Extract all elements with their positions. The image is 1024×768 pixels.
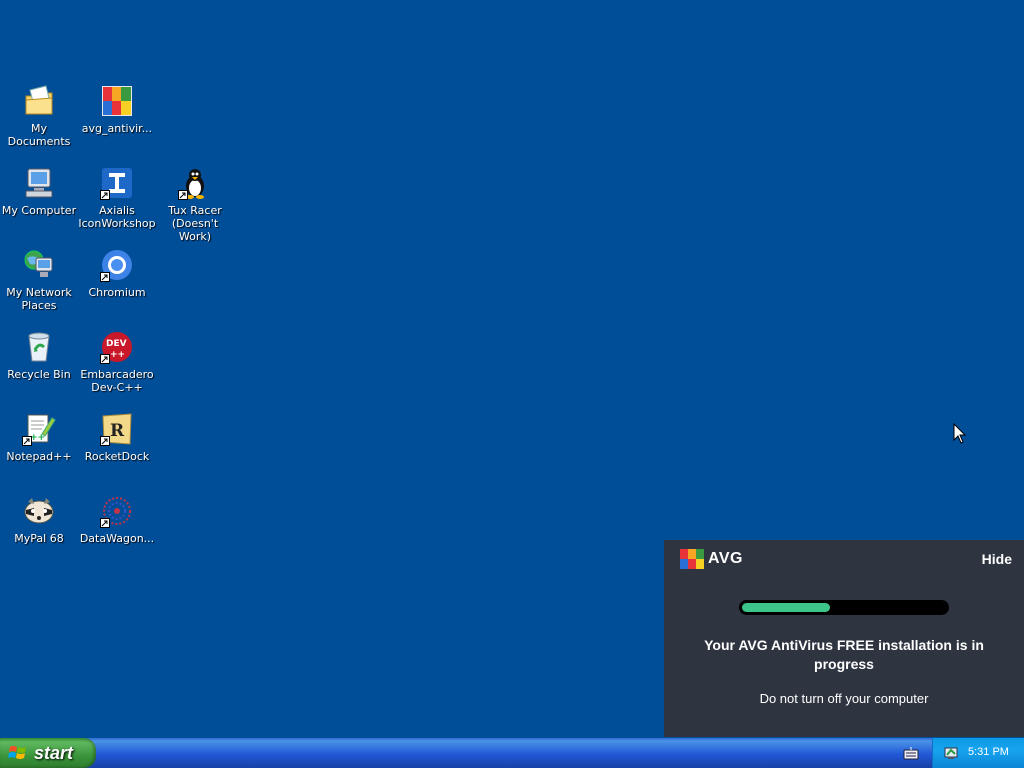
- start-button[interactable]: start: [0, 738, 96, 768]
- shortcut-arrow-icon: [100, 518, 110, 528]
- desktop-icon-recycle-bin[interactable]: Recycle Bin: [0, 330, 78, 381]
- desktop-icon-datawagon[interactable]: DataWagon...: [78, 494, 156, 545]
- system-tray: 5:31 PM: [932, 738, 1024, 768]
- mypal-icon: [22, 494, 56, 528]
- icon-label: Recycle Bin: [7, 368, 71, 381]
- icon-label: Tux Racer (Doesn't Work): [168, 204, 222, 243]
- avg-install-notification: AVG Hide Your AVG AntiVirus FREE install…: [664, 540, 1024, 737]
- install-progress-fill: [742, 603, 830, 612]
- axialis-iconworkshop-icon: [100, 166, 134, 200]
- desktop-icon-tux-racer[interactable]: Tux Racer (Doesn't Work): [156, 166, 234, 243]
- desktop-icon-rocketdock[interactable]: R RocketDock: [78, 412, 156, 463]
- chromium-icon: [100, 248, 134, 282]
- recycle-bin-icon: [22, 330, 56, 364]
- avg-brand-text: AVG: [708, 550, 743, 567]
- icon-label: Chromium: [88, 286, 146, 299]
- desktop-icon-my-network-places[interactable]: My Network Places: [0, 248, 78, 312]
- tux-racer-icon: [178, 166, 212, 200]
- dev-cpp-icon: DEV ++: [100, 330, 134, 364]
- icon-label: avg_antivir...: [81, 122, 153, 135]
- my-computer-icon: [22, 166, 56, 200]
- desktop-icon-my-documents[interactable]: My Documents: [0, 84, 78, 148]
- desktop-icon-notepad-plus-plus[interactable]: ++ Notepad++: [0, 412, 78, 463]
- icon-label: My Network Places: [6, 286, 72, 312]
- shortcut-arrow-icon: [100, 272, 110, 282]
- icon-label: Axialis IconWorkshop: [78, 204, 156, 230]
- windows-logo-icon: [8, 746, 26, 759]
- install-progress-bar: [739, 600, 949, 615]
- svg-text:R: R: [110, 421, 125, 441]
- keyboard-language-icon[interactable]: [903, 746, 919, 760]
- my-network-places-icon: [22, 248, 56, 282]
- icon-label: Notepad++: [6, 450, 72, 463]
- desktop-icon-axialis[interactable]: Axialis IconWorkshop: [78, 166, 156, 230]
- svg-text:++: ++: [30, 433, 45, 443]
- desktop-icon-chromium[interactable]: Chromium: [78, 248, 156, 299]
- svg-text:DEV: DEV: [106, 339, 127, 349]
- rocketdock-icon: R: [100, 412, 134, 446]
- icon-label: My Documents: [7, 122, 71, 148]
- hide-button[interactable]: Hide: [982, 551, 1012, 567]
- shortcut-arrow-icon: [100, 436, 110, 446]
- icon-label: MyPal 68: [14, 532, 64, 545]
- desktop-icon-my-computer[interactable]: My Computer: [0, 166, 78, 217]
- icon-label: DataWagon...: [79, 532, 155, 545]
- icon-label: RocketDock: [84, 450, 150, 463]
- avg-logo-icon: [680, 549, 704, 569]
- avg-installer-icon: [100, 84, 134, 118]
- my-documents-icon: [22, 84, 56, 118]
- svg-text:++: ++: [110, 350, 125, 360]
- install-status-subtitle: Do not turn off your computer: [759, 691, 929, 706]
- shortcut-arrow-icon: [22, 436, 32, 446]
- shortcut-arrow-icon: [100, 190, 110, 200]
- shortcut-arrow-icon: [178, 190, 188, 200]
- avg-tray-icon[interactable]: [943, 745, 959, 761]
- avg-logo: AVG: [679, 548, 743, 570]
- desktop-icon-dev-cpp[interactable]: DEV ++ Embarcadero Dev-C++: [78, 330, 156, 394]
- start-label: start: [34, 742, 74, 763]
- desktop-icon-avg-installer[interactable]: avg_antivir...: [78, 84, 156, 135]
- notepad-plus-plus-icon: ++: [22, 412, 56, 446]
- icon-label: My Computer: [1, 204, 77, 217]
- taskbar: start 5:31 PM: [0, 738, 1024, 768]
- shortcut-arrow-icon: [100, 354, 110, 364]
- mouse-cursor-icon: [953, 423, 967, 444]
- datawagon-icon: [100, 494, 134, 528]
- install-status-title: Your AVG AntiVirus FREE installation is …: [704, 637, 984, 672]
- icon-label: Embarcadero Dev-C++: [80, 368, 154, 394]
- clock[interactable]: 5:31 PM: [968, 746, 1009, 758]
- desktop-icon-mypal[interactable]: MyPal 68: [0, 494, 78, 545]
